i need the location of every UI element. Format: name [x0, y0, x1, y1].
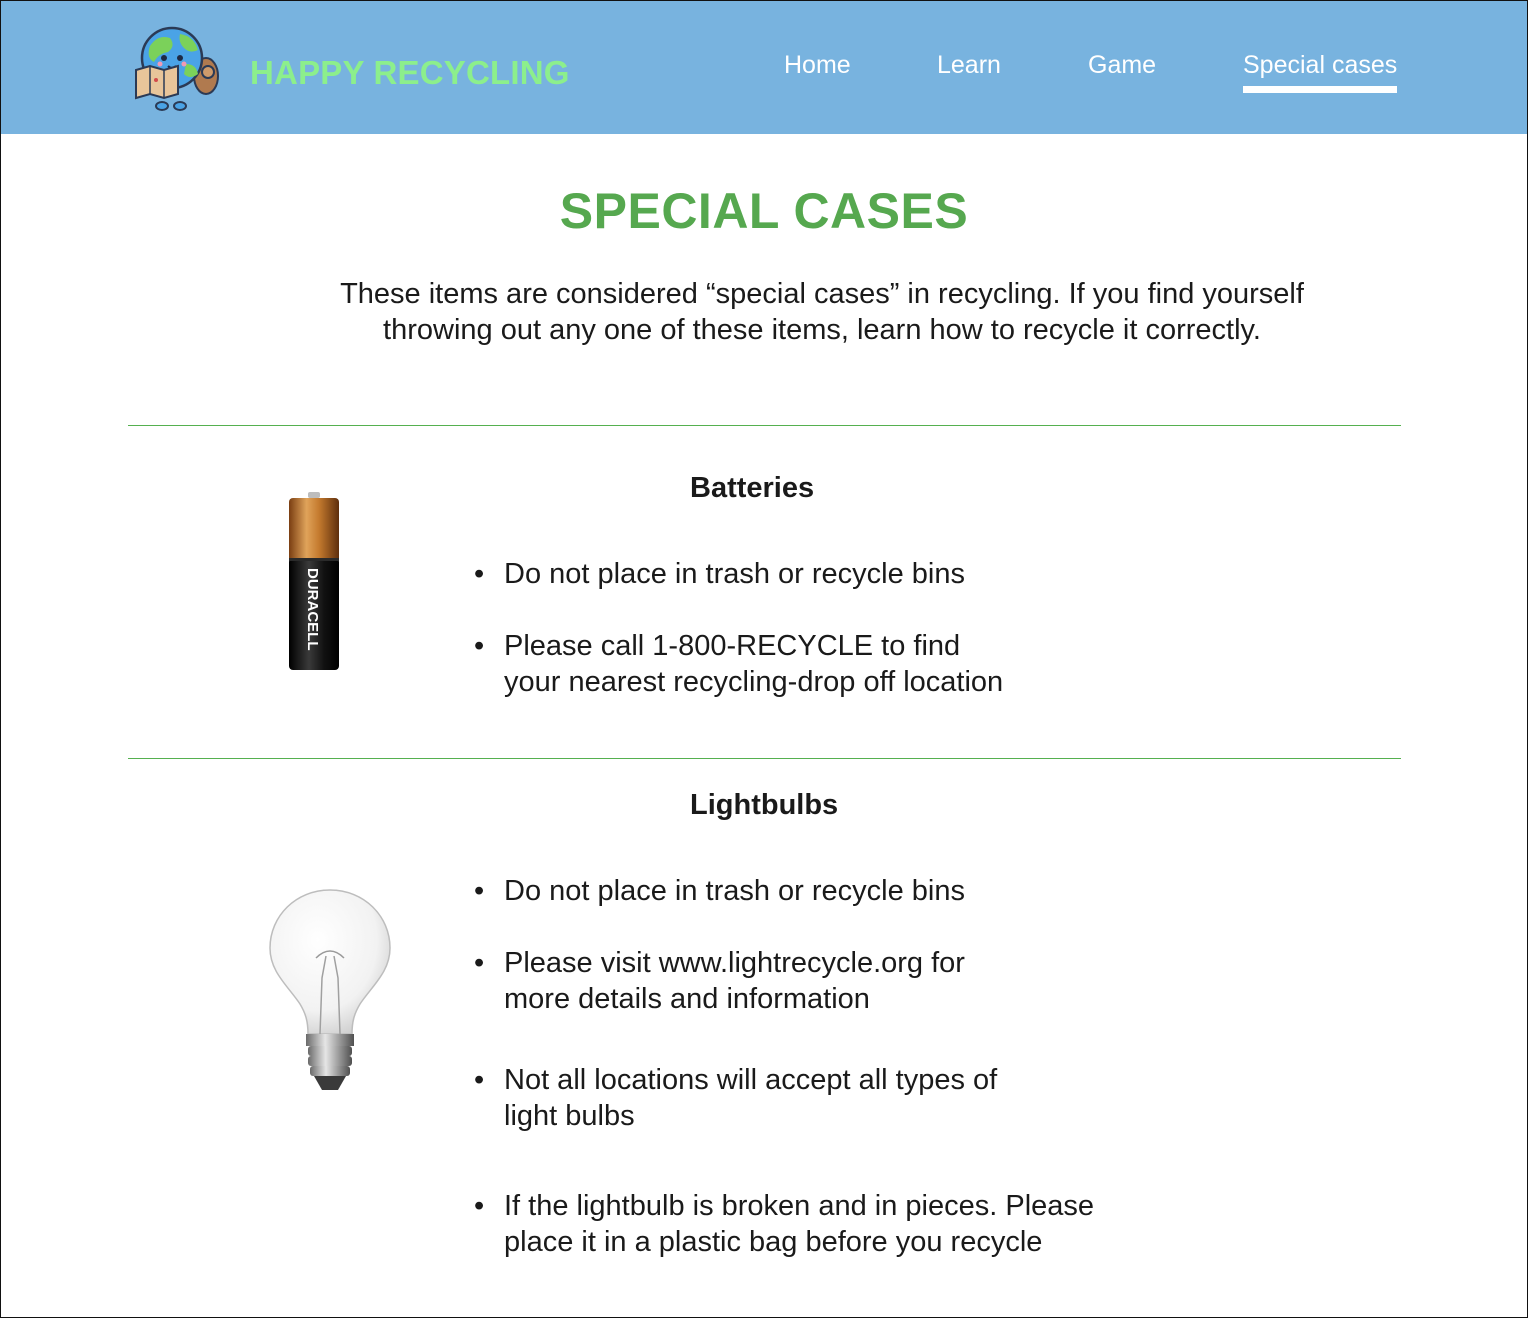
section-divider — [128, 425, 1401, 426]
nav-special-cases[interactable]: Special cases — [1243, 51, 1398, 93]
bullet-icon: • — [474, 1190, 485, 1222]
nav-learn[interactable]: Learn — [937, 51, 1001, 80]
lightbulb-icon — [269, 889, 391, 1090]
bullet-icon: • — [474, 630, 485, 662]
battery-icon: DURACELL — [289, 492, 339, 670]
intro-line-2: throwing out any one of these items, lea… — [383, 314, 1261, 346]
page-title: SPECIAL CASES — [559, 183, 969, 239]
intro-text: These items are considered “special case… — [290, 276, 1354, 348]
nav-home[interactable]: Home — [784, 51, 851, 80]
battery-brand-text: DURACELL — [304, 568, 321, 651]
intro-line-1: These items are considered “special case… — [340, 278, 1304, 310]
section-title-lightbulbs: Lightbulbs — [690, 789, 839, 821]
earth-mascot-logo-icon[interactable] — [128, 24, 220, 112]
bullet-icon: • — [474, 875, 485, 907]
nav-game[interactable]: Game — [1088, 51, 1156, 80]
bullet-icon: • — [474, 558, 485, 590]
section-divider — [128, 758, 1401, 759]
bullet-icon: • — [474, 1064, 485, 1096]
top-nav-bar: HAPPY RECYCLING Home Learn Game Special … — [0, 0, 1528, 134]
bullet-icon: • — [474, 947, 485, 979]
brand-name[interactable]: HAPPY RECYCLING — [250, 54, 570, 92]
section-title-batteries: Batteries — [690, 472, 815, 504]
